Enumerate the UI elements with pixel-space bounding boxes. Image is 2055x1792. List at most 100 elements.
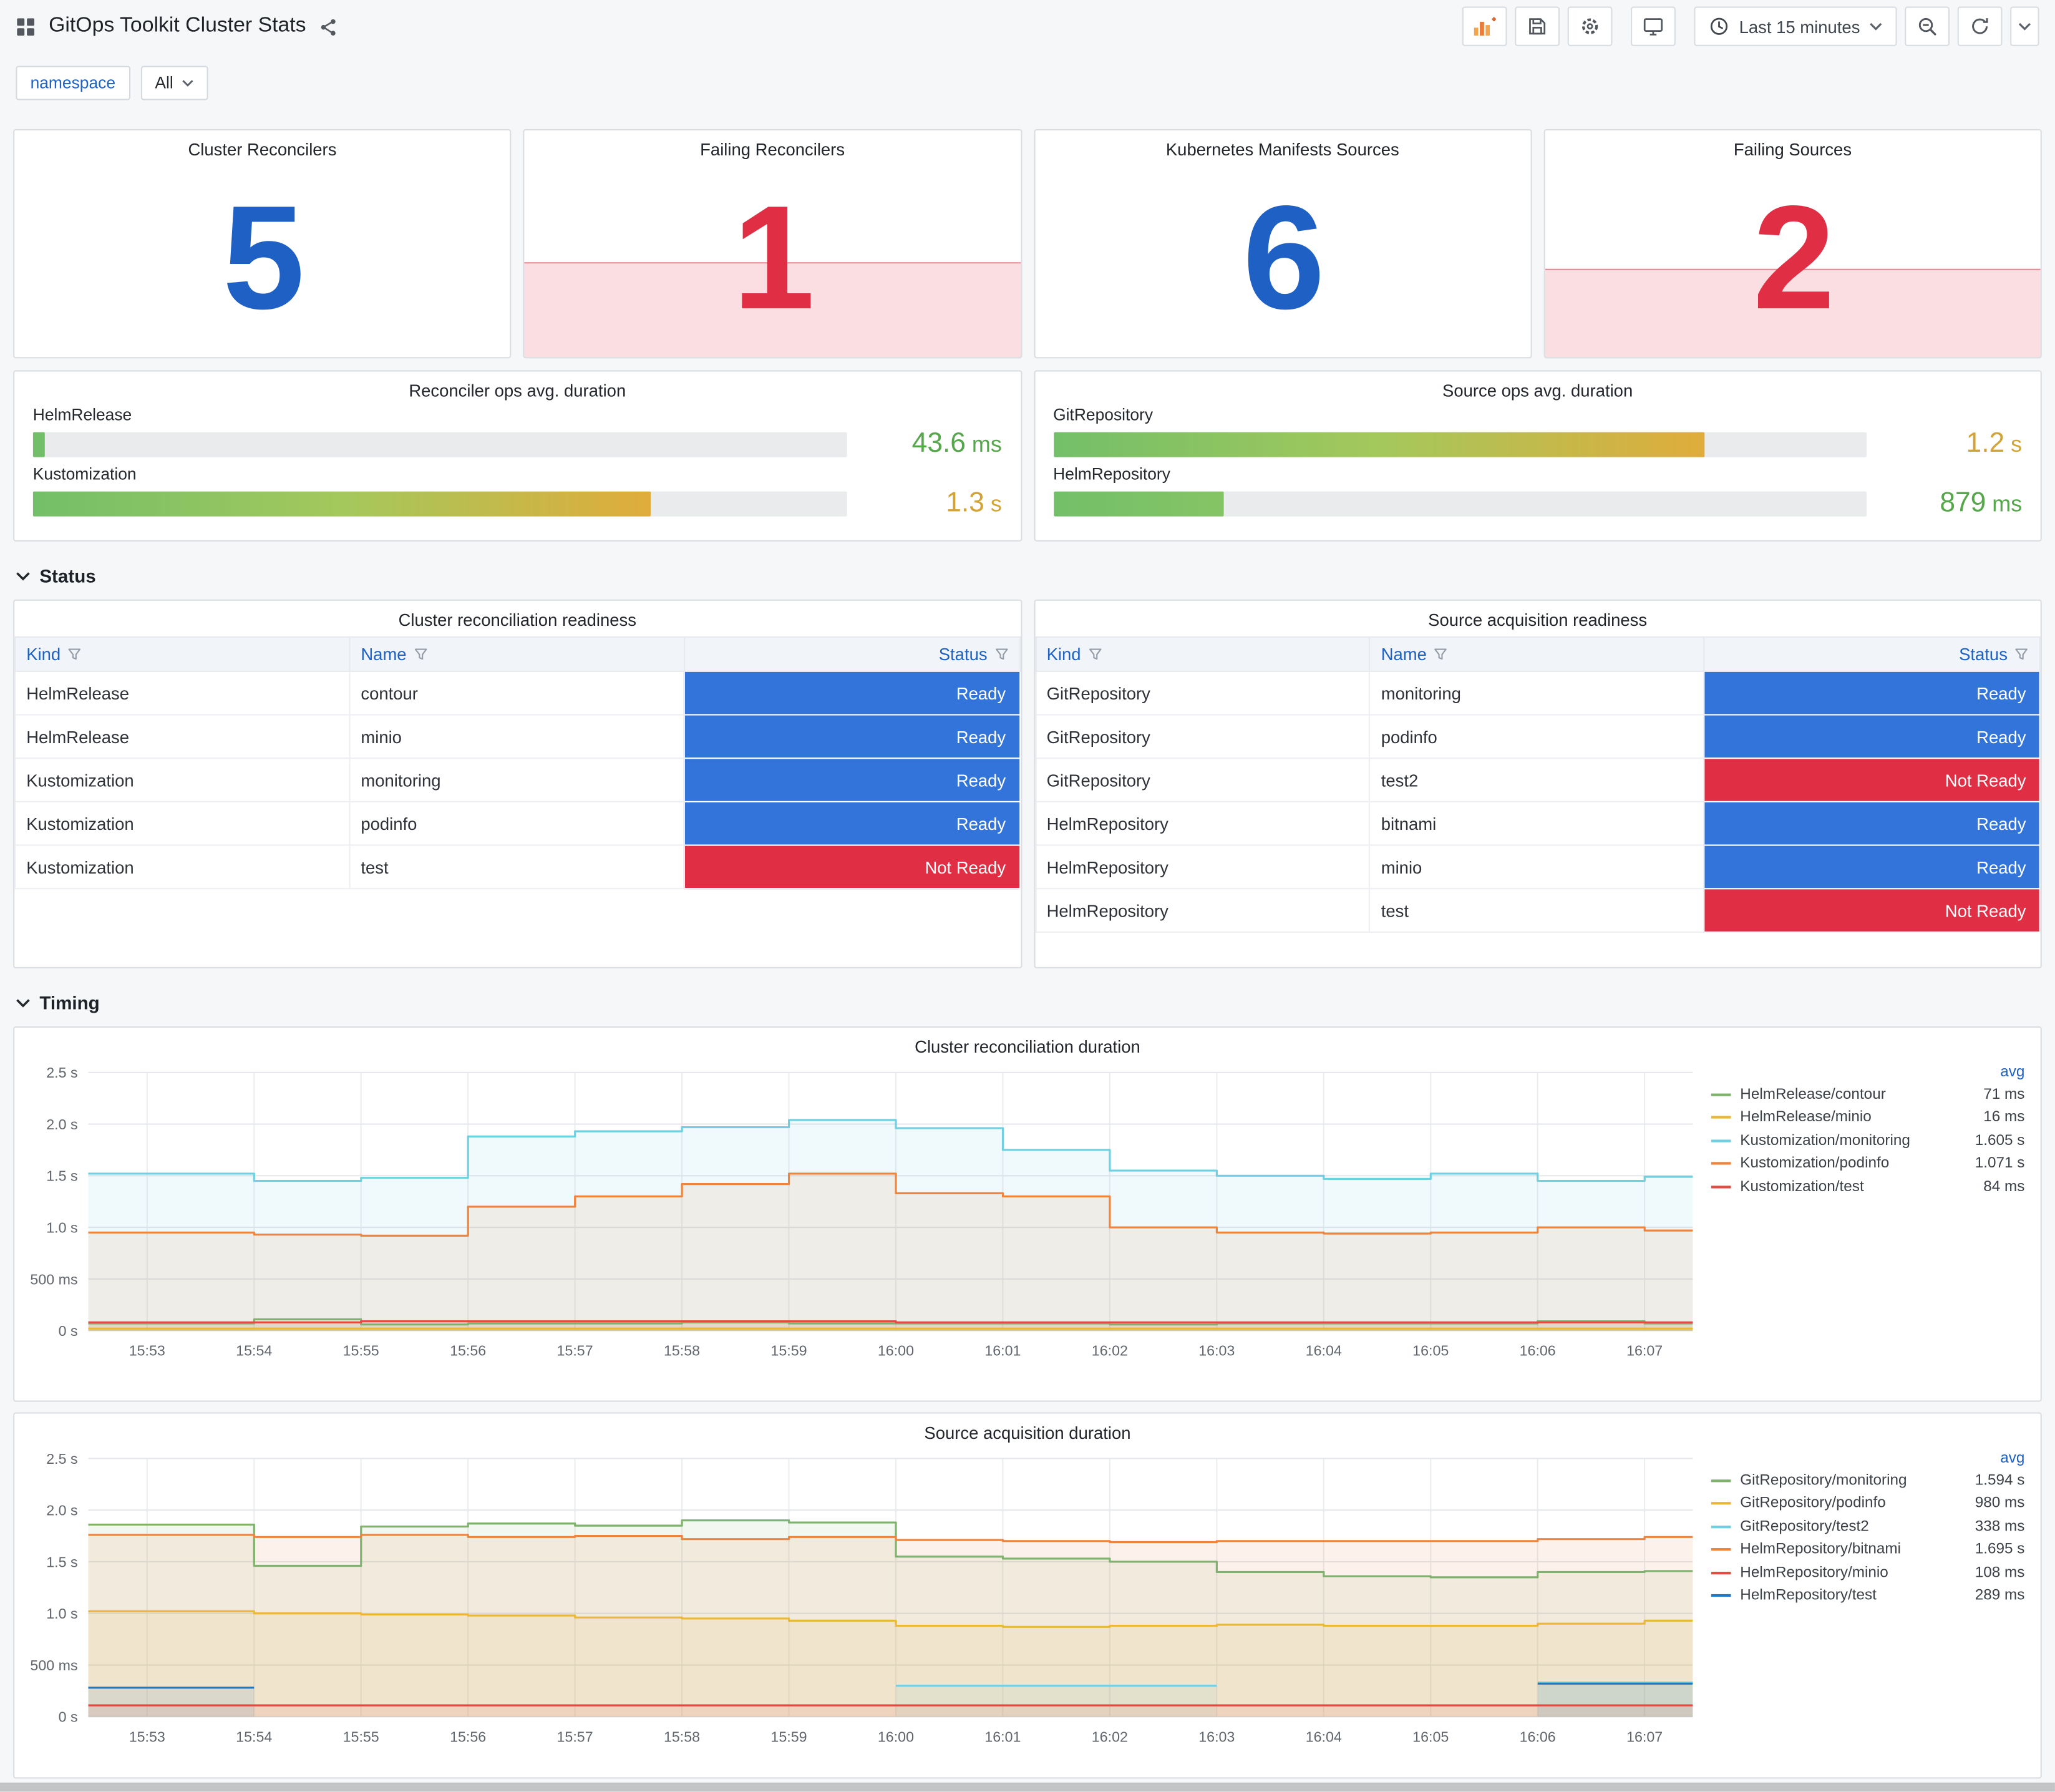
dashboard-settings-button[interactable] — [1568, 6, 1613, 46]
chart-title[interactable]: Source acquisition duration — [14, 1414, 2040, 1443]
variable-name-namespace[interactable]: namespace — [16, 66, 130, 100]
legend-item[interactable]: GitRepository/monitoring 1.594 s — [1711, 1469, 2025, 1492]
series-avg-value: 289 ms — [1975, 1587, 2025, 1604]
dashboard-header: GitOps Toolkit Cluster Stats Last 15 min… — [0, 0, 2055, 52]
column-header-name[interactable]: Name — [1369, 636, 1705, 672]
chart-plot-area[interactable]: 0 s 500 ms 1.0 s 1.5 s 2.0 s 2.5 s 15:53 15:54 1… — [22, 1445, 1703, 1765]
timing-section-toggle[interactable]: Timing — [16, 990, 2039, 1016]
bar-gauge-panel: Source ops avg. duration GitRepository 1.2… — [1033, 370, 2042, 542]
chart-canvas[interactable]: 0 s 500 ms 1.0 s 1.5 s 2.0 s 2.5 s 15:53 15:54 1… — [22, 1445, 1701, 1759]
stat-panel: Failing Reconcilers 1 — [523, 129, 1022, 359]
chart-plot-area[interactable]: 0 s 500 ms 1.0 s 1.5 s 2.0 s 2.5 s 15:53 15:54 1… — [22, 1059, 1703, 1380]
legend-item[interactable]: Kustomization/monitoring 1.605 s — [1711, 1129, 2024, 1152]
column-header-status[interactable]: Status — [1703, 636, 2041, 672]
dashboard-title: GitOps Toolkit Cluster Stats — [49, 14, 306, 37]
filter-icon[interactable] — [1434, 647, 1448, 661]
legend-item[interactable]: GitRepository/test2 338 ms — [1711, 1515, 2024, 1538]
gauge-track — [1053, 431, 1867, 457]
cell-name: minio — [1369, 844, 1705, 890]
filter-icon[interactable] — [994, 647, 1008, 661]
x-axis-label: 15:56 — [450, 1343, 486, 1359]
legend-item[interactable]: Kustomization/podinfo 1.071 s — [1711, 1152, 2025, 1176]
chart-body: 0 s 500 ms 1.0 s 1.5 s 2.0 s 2.5 s 15:53 15:54 1… — [14, 1443, 2040, 1765]
column-header-name[interactable]: Name — [349, 636, 685, 672]
y-axis-label: 2.5 s — [46, 1064, 77, 1081]
stat-panel-title[interactable]: Kubernetes Manifests Sources — [1035, 130, 1530, 160]
cell-status: Ready — [1703, 844, 2041, 890]
chevron-down-icon — [182, 80, 193, 87]
legend-item[interactable]: HelmRelease/contour 71 ms — [1711, 1083, 2024, 1106]
variable-value-dropdown[interactable]: All — [140, 66, 208, 100]
table-panel-title[interactable]: Cluster reconciliation readiness — [14, 601, 1020, 630]
timeseries-panel: Source acquisition duration 0 s 500 ms 1.0 … — [13, 1412, 2042, 1779]
chevron-down-icon — [16, 998, 30, 1007]
stat-panel-title[interactable]: Failing Reconcilers — [525, 130, 1020, 160]
share-dashboard-icon[interactable] — [319, 16, 339, 36]
gauge-bar: 1.3 s — [32, 487, 1002, 519]
cell-name: monitoring — [349, 757, 685, 802]
chart-canvas[interactable]: 0 s 500 ms 1.0 s 1.5 s 2.0 s 2.5 s 15:53 15:54 1… — [22, 1059, 1701, 1373]
cycle-view-mode-button[interactable] — [1631, 6, 1676, 46]
header-toolbar: Last 15 minutes — [1462, 6, 2039, 46]
filter-icon[interactable] — [1087, 647, 1102, 661]
gauge-panel-title[interactable]: Reconciler ops avg. duration — [33, 371, 1002, 401]
table-row: Kustomization podinfo Ready — [14, 801, 1021, 846]
status-section-toggle[interactable]: Status — [16, 563, 2039, 589]
legend-avg-header: avg — [2000, 1450, 2025, 1467]
series-name: HelmRepository/minio — [1740, 1564, 1888, 1581]
series-avg-value: 84 ms — [1983, 1179, 2025, 1195]
refresh-interval-dropdown[interactable] — [2010, 6, 2039, 46]
legend-item[interactable]: GitRepository/podinfo 980 ms — [1711, 1492, 2024, 1515]
refresh-button[interactable] — [1957, 6, 2003, 46]
cell-kind: HelmRelease — [14, 714, 351, 759]
series-color-dash — [1711, 1093, 1731, 1096]
series-avg-value: 1.594 s — [1975, 1473, 2025, 1489]
column-header-kind[interactable]: Kind — [1034, 636, 1371, 672]
column-header-label: Status — [938, 644, 988, 665]
legend-item[interactable]: HelmRepository/test 289 ms — [1711, 1584, 2025, 1607]
time-range-picker[interactable]: Last 15 minutes — [1694, 6, 1897, 46]
column-header-kind[interactable]: Kind — [14, 636, 351, 672]
x-axis-label: 15:54 — [236, 1343, 272, 1359]
table-panel-title[interactable]: Source acquisition readiness — [1035, 601, 2041, 630]
gauge-fill — [1053, 431, 1704, 457]
readiness-table: Kind Name Status GitRepository monitoring Rea… — [1034, 636, 2041, 933]
table-row: Kustomization test Not Ready — [14, 844, 1021, 890]
table-row: HelmRepository minio Ready — [1034, 844, 2041, 890]
legend-item[interactable]: HelmRepository/minio 108 ms — [1711, 1561, 2024, 1584]
timeseries-panels: Cluster reconciliation duration 0 s 500 ms… — [0, 1026, 2055, 1779]
series-name: Kustomization/monitoring — [1740, 1132, 1910, 1149]
stat-panel-title[interactable]: Cluster Reconcilers — [14, 130, 510, 160]
table-row: HelmRepository bitnami Ready — [1034, 801, 2041, 846]
x-axis-label: 16:04 — [1306, 1343, 1342, 1359]
cell-name: contour — [349, 670, 685, 716]
cell-name: minio — [349, 714, 685, 759]
add-panel-button[interactable] — [1462, 6, 1508, 46]
x-axis-label: 15:57 — [557, 1343, 593, 1359]
legend-item[interactable]: HelmRelease/minio 16 ms — [1711, 1106, 2024, 1129]
filter-icon[interactable] — [67, 647, 82, 661]
zoom-out-button[interactable] — [1905, 6, 1950, 46]
legend-item[interactable]: HelmRepository/bitnami 1.695 s — [1711, 1538, 2024, 1561]
table-panel: Source acquisition readiness Kind Name Stat… — [1033, 599, 2042, 968]
column-header-status[interactable]: Status — [683, 636, 1021, 672]
gauge-bar: 43.6 ms — [32, 428, 1002, 460]
stat-value: 1 — [732, 175, 815, 340]
cell-status: Not Ready — [1703, 757, 2041, 802]
save-dashboard-button[interactable] — [1515, 6, 1560, 46]
series-avg-value: 1.071 s — [1975, 1156, 2025, 1172]
time-range-label: Last 15 minutes — [1739, 16, 1860, 37]
x-axis-label: 16:06 — [1520, 1343, 1556, 1359]
series-area — [88, 1687, 255, 1717]
filter-icon[interactable] — [2014, 647, 2028, 661]
y-axis-label: 1.0 s — [46, 1220, 77, 1236]
x-axis-label: 16:03 — [1198, 1728, 1235, 1745]
dashboard-apps-icon[interactable] — [16, 16, 36, 36]
series-name: HelmRepository/bitnami — [1740, 1541, 1902, 1558]
chart-title[interactable]: Cluster reconciliation duration — [14, 1028, 2040, 1057]
gauge-value-unit: ms — [965, 432, 1002, 457]
filter-icon[interactable] — [413, 647, 427, 661]
gauge-panel-title[interactable]: Source ops avg. duration — [1053, 371, 2022, 401]
legend-item[interactable]: Kustomization/test 84 ms — [1711, 1175, 2025, 1198]
stat-panel-title[interactable]: Failing Sources — [1545, 130, 2040, 160]
